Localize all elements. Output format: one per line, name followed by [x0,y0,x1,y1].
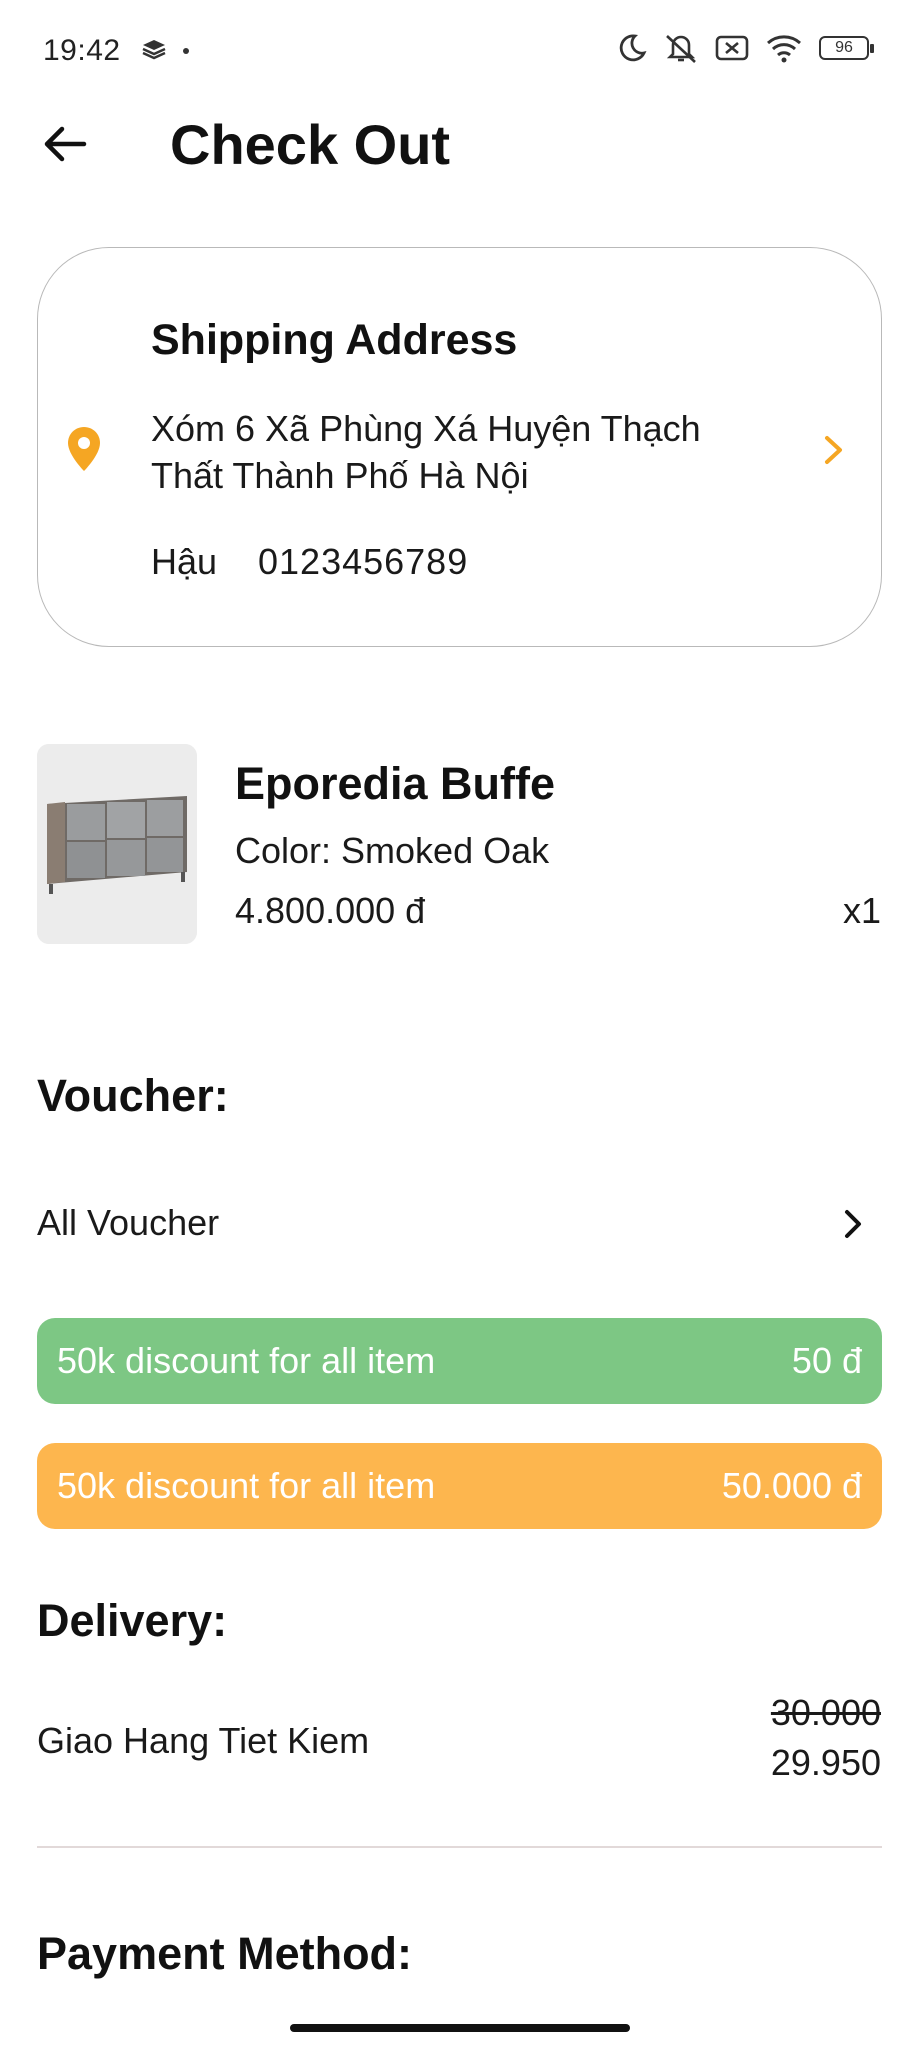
voucher-item[interactable]: 50k discount for all item 50 đ [37,1318,882,1404]
notification-dot-icon [183,48,189,54]
payment-section-title: Payment Method: [37,1928,413,1979]
delivery-section-title: Delivery: [37,1595,228,1646]
delivery-method: Giao Hang Tiet Kiem [37,1720,370,1761]
moon-icon [619,34,647,62]
page-title: Check Out [170,113,451,176]
voucher-value: 50.000 đ [721,1465,862,1506]
mute-icon [666,35,696,63]
layers-icon [142,40,166,60]
voucher-label: 50k discount for all item [57,1465,436,1506]
divider [37,1846,882,1848]
recipient-name: Hậu [151,541,218,582]
voucher-value: 50 đ [791,1340,862,1381]
voucher-section-title: Voucher: [37,1070,229,1121]
all-voucher-label: All Voucher [37,1202,220,1243]
product-color: Color: Smoked Oak [235,830,550,871]
status-time: 19:42 [43,34,121,67]
product-quantity: x1 [842,890,881,931]
delivery-new-price: 29.950 [770,1742,881,1783]
battery-icon: 96 [819,36,874,60]
no-sim-icon [715,35,749,61]
location-pin-icon [68,427,100,471]
wifi-icon [767,35,801,63]
buffet-image-icon [37,744,197,944]
voucher-label: 50k discount for all item [57,1340,436,1381]
address-line-2: Thất Thành Phố Hà Nội [151,455,529,496]
product-price: 4.800.000 đ [235,890,426,931]
battery-level: 96 [835,39,853,56]
voucher-item[interactable]: 50k discount for all item 50.000 đ [37,1443,882,1529]
recipient-phone: 0123456789 [258,541,469,582]
all-voucher-row[interactable]: All Voucher [37,1195,882,1255]
delivery-old-price: 30.000 [770,1692,881,1733]
shipping-address-title: Shipping Address [151,316,518,364]
chevron-right-icon [845,1210,861,1238]
home-indicator[interactable] [290,2024,630,2032]
product-image [37,744,197,944]
product-name: Eporedia Buffe [235,758,556,809]
address-line-1: Xóm 6 Xã Phùng Xá Huyện Thạch [151,408,701,449]
status-icons: 96 [617,32,874,64]
back-arrow-icon[interactable] [40,118,92,170]
chevron-right-icon [825,436,842,464]
